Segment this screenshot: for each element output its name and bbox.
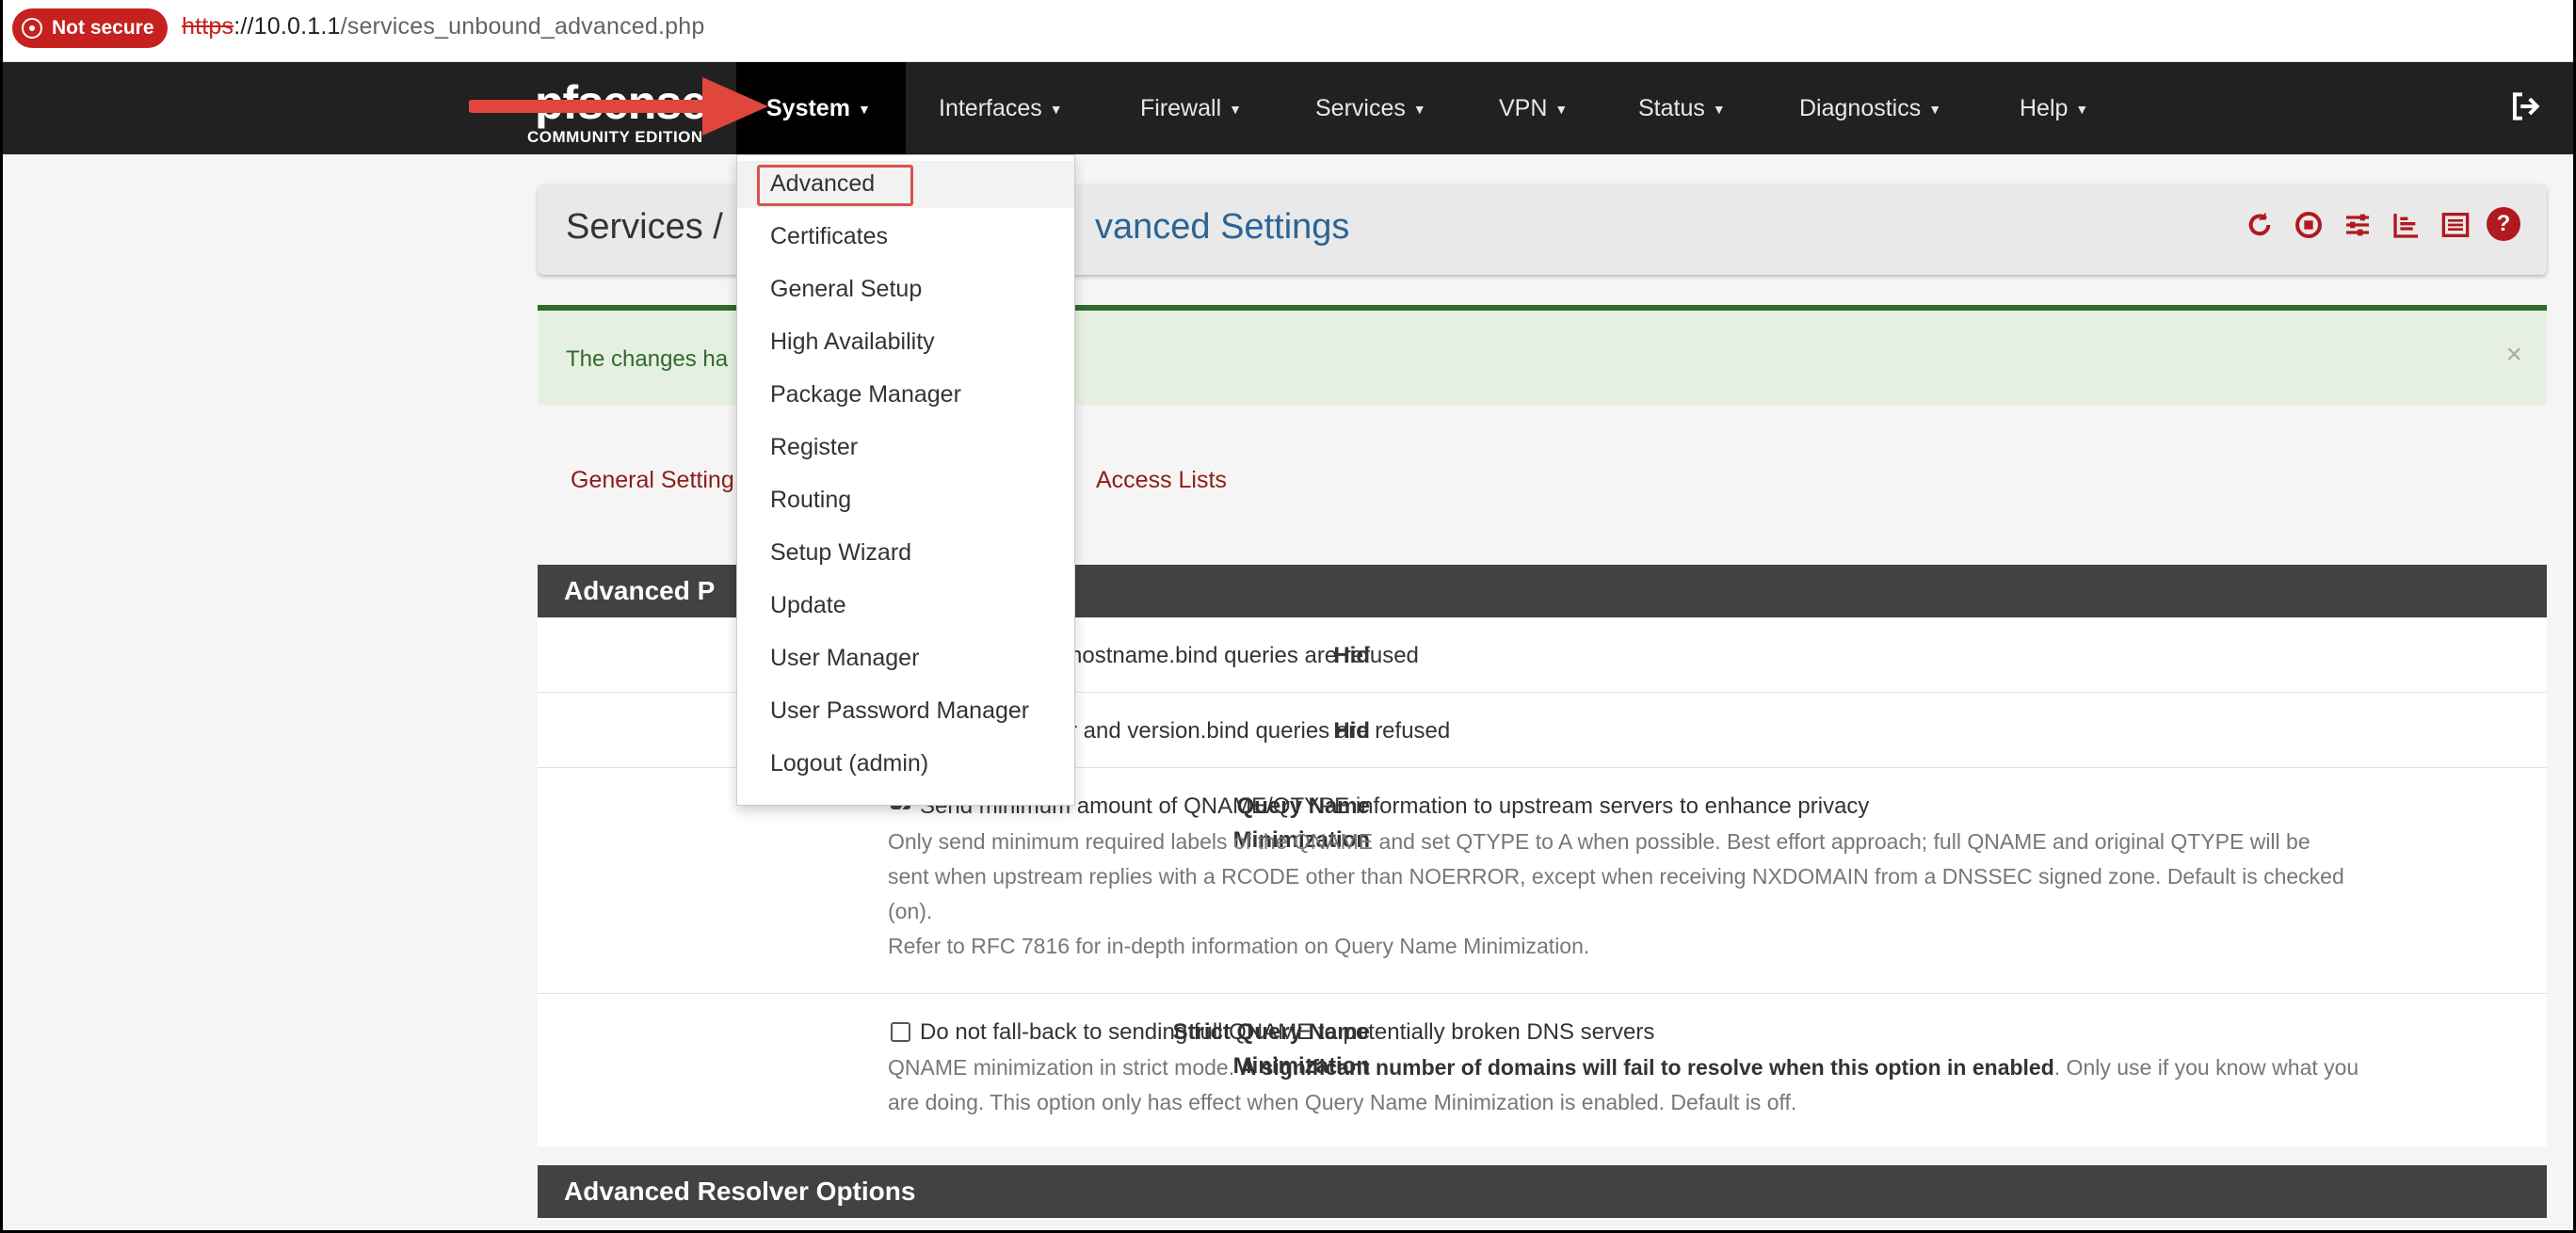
- breadcrumb-advanced-settings: vanced Settings: [1095, 207, 1350, 247]
- tab-access-lists[interactable]: Access Lists: [1096, 467, 1227, 494]
- help-text-fragment: Refer to: [888, 934, 972, 958]
- url-field[interactable]: https://10.0.1.1/services_unbound_advanc…: [182, 13, 704, 40]
- not-secure-badge[interactable]: Not secure: [12, 8, 168, 48]
- nav-interfaces[interactable]: Interfaces ▼: [939, 62, 1063, 154]
- menu-item-setup-wizard[interactable]: Setup Wizard: [770, 539, 911, 567]
- url-path: /services_unbound_advanced.php: [340, 13, 705, 40]
- nav-firewall[interactable]: Firewall ▼: [1140, 62, 1242, 154]
- chevron-down-icon: ▼: [1049, 102, 1063, 118]
- logout-icon[interactable]: [2507, 88, 2545, 126]
- help-line: (on).: [888, 899, 933, 923]
- alert-text: The changes ha: [566, 346, 729, 372]
- menu-item-logout[interactable]: Logout (admin): [770, 750, 928, 777]
- help-text-warning: A significant number of domains will fai…: [1240, 1055, 2054, 1080]
- help-icon[interactable]: ?: [2487, 207, 2520, 241]
- system-dropdown-menu: Advanced Certificates General Setup High…: [736, 154, 1075, 806]
- menu-item-package-manager[interactable]: Package Manager: [770, 381, 961, 408]
- sliders-icon[interactable]: [2340, 207, 2375, 243]
- nav-status-label: Status: [1638, 95, 1705, 121]
- help-line: Only send minimum required labels of the…: [888, 829, 2310, 854]
- row-text: r and version.bind queries are refused: [1070, 718, 1451, 744]
- breadcrumb-services[interactable]: Services /: [566, 207, 723, 248]
- screen: Not secure https://10.0.1.1/services_unb…: [0, 0, 2576, 1233]
- url-protocol: https: [182, 13, 234, 40]
- menu-item-routing[interactable]: Routing: [770, 487, 851, 514]
- warning-icon: [22, 18, 42, 39]
- help-line: Refer to RFC 7816 for in-depth informati…: [888, 929, 2517, 964]
- chevron-down-icon: ▼: [857, 102, 871, 118]
- menu-item-register[interactable]: Register: [770, 434, 858, 461]
- menu-item-update[interactable]: Update: [770, 592, 846, 619]
- chevron-down-icon: ▼: [1412, 102, 1426, 118]
- strict-qname-checkbox[interactable]: [891, 1022, 910, 1042]
- tab-general-settings[interactable]: General Setting: [571, 467, 734, 494]
- stop-icon[interactable]: [2291, 207, 2326, 243]
- top-navbar: pfsense COMMUNITY EDITION System▼ Interf…: [3, 62, 2573, 154]
- rfc-link[interactable]: RFC 7816: [971, 934, 1070, 958]
- help-line: are doing. This option only has effect w…: [888, 1090, 1797, 1114]
- row-strict-query-name-minimization: Strict Query Name Minimization Do not fa…: [538, 994, 2547, 1146]
- nav-firewall-label: Firewall: [1140, 95, 1222, 121]
- menu-item-user-manager[interactable]: User Manager: [770, 645, 919, 672]
- chevron-down-icon: ▼: [1712, 102, 1726, 118]
- chevron-down-icon: ▼: [2075, 102, 2089, 118]
- header-icons: ?: [2242, 207, 2520, 243]
- nav-interfaces-label: Interfaces: [939, 95, 1042, 121]
- chevron-down-icon: ▼: [1928, 102, 1942, 118]
- nav-vpn-label: VPN: [1499, 95, 1548, 121]
- menu-item-advanced[interactable]: Advanced: [770, 170, 875, 198]
- menu-item-general-setup[interactable]: General Setup: [770, 276, 922, 303]
- annotation-arrow-icon: [469, 77, 768, 136]
- nav-diagnostics[interactable]: Diagnostics ▼: [1799, 62, 1941, 154]
- help-line: sent when upstream replies with a RCODE …: [888, 864, 2344, 889]
- nav-services[interactable]: Services ▼: [1315, 62, 1426, 154]
- chevron-down-icon: ▼: [1229, 102, 1242, 118]
- nav-help-label: Help: [2020, 95, 2069, 121]
- nav-services-label: Services: [1315, 95, 1406, 121]
- menu-item-high-availability[interactable]: High Availability: [770, 328, 935, 356]
- help-text: Only send minimum required labels of the…: [888, 825, 2517, 964]
- checkbox-label: Do not fall-back to sending full QNAME t…: [920, 1019, 1655, 1045]
- chevron-down-icon: ▼: [1554, 102, 1569, 118]
- not-secure-label: Not secure: [52, 17, 154, 39]
- section-advanced-resolver-header: Advanced Resolver Options: [538, 1165, 2547, 1218]
- menu-item-user-password-manager[interactable]: User Password Manager: [770, 697, 1029, 725]
- menu-item-certificates[interactable]: Certificates: [770, 223, 888, 250]
- strict-checkbox-row: Do not fall-back to sending full QNAME t…: [891, 1015, 1654, 1049]
- nav-vpn[interactable]: VPN ▼: [1499, 62, 1568, 154]
- browser-address-bar: Not secure https://10.0.1.1/services_unb…: [3, 0, 2573, 62]
- row-text: hostname.bind queries are refused: [1070, 643, 1419, 668]
- nav-diagnostics-label: Diagnostics: [1799, 95, 1922, 121]
- help-line: QNAME minimization in strict mode. A sig…: [888, 1050, 2517, 1085]
- help-text-fragment: QNAME minimization in strict mode.: [888, 1055, 1241, 1080]
- help-text-fragment: . Only use if you know what you: [2053, 1055, 2359, 1080]
- close-icon[interactable]: ×: [2505, 339, 2522, 371]
- url-host: ://10.0.1.1: [233, 13, 341, 40]
- reload-icon[interactable]: [2242, 207, 2278, 243]
- chart-icon[interactable]: [2389, 207, 2424, 243]
- nav-help[interactable]: Help ▼: [2020, 62, 2088, 154]
- log-list-icon[interactable]: [2438, 207, 2473, 243]
- help-text-fragment: for in-depth information on Query Name M…: [1070, 934, 1590, 958]
- nav-status[interactable]: Status ▼: [1638, 62, 1726, 154]
- help-text: QNAME minimization in strict mode. A sig…: [888, 1050, 2517, 1120]
